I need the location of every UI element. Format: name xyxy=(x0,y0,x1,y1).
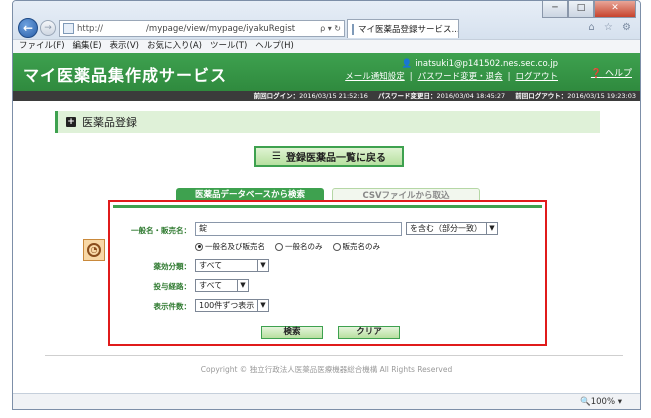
name-search-input[interactable]: 錠 xyxy=(195,222,402,236)
route-label: 投与経路： xyxy=(153,282,192,291)
minimize-button[interactable]: ─ xyxy=(542,1,568,18)
page-icon xyxy=(63,23,74,34)
radio-generic-and-brand[interactable]: 一般名及び販売名 xyxy=(195,241,265,252)
maximize-button[interactable]: □ xyxy=(568,1,594,18)
browser-tab[interactable]: マイ医薬品登録サービス... × xyxy=(347,19,459,38)
count-select[interactable]: 100件ずつ表示 ▼ xyxy=(195,299,269,312)
efficacy-select[interactable]: すべて ▼ xyxy=(195,259,269,272)
footer-divider xyxy=(45,355,623,356)
match-type-select[interactable]: を含む（部分一致） ▼ xyxy=(406,222,498,235)
route-value: すべて xyxy=(199,281,223,290)
name-label: 一般名・販売名： xyxy=(131,226,191,235)
password-change-link[interactable]: パスワード変更・退会 xyxy=(418,71,503,84)
logout-link[interactable]: ログアウト xyxy=(515,71,558,84)
efficacy-label: 薬効分類： xyxy=(153,262,192,271)
prev-logout-value: 2016/03/15 19:23:03 xyxy=(567,92,636,100)
route-select[interactable]: すべて ▼ xyxy=(195,279,249,292)
user-email-row: 👤 inatsuki1@p141502.nes.sec.co.jp xyxy=(345,58,558,71)
home-favorites-settings-icons[interactable]: ⌂ ☆ ⚙ xyxy=(588,22,634,33)
radio-unchecked-icon xyxy=(332,242,341,251)
clock-icon: ◔ xyxy=(87,243,101,257)
menu-tools[interactable]: ツール(T) xyxy=(210,40,247,53)
chevron-down-icon: ▼ xyxy=(486,223,497,234)
radio-unchecked-icon xyxy=(275,242,283,251)
login-info-bar: 前回ログイン：2016/03/15 21:52:16 パスワード変更日：2016… xyxy=(13,91,640,101)
back-arrow-icon[interactable]: ← xyxy=(18,18,38,38)
address-bar[interactable]: http:// /mypage/view/mypage/iyakuRegist … xyxy=(59,20,345,37)
page-heading: + 医薬品登録 xyxy=(55,111,600,133)
chevron-down-icon: ▼ xyxy=(257,300,268,311)
clear-button[interactable]: クリア xyxy=(338,326,400,339)
help-link[interactable]: ❓ ヘルプ xyxy=(591,66,632,79)
window-controls: ─ □ ✕ xyxy=(542,1,636,18)
status-bar: 🔍100% ▾ xyxy=(13,393,640,409)
address-tools-icon[interactable]: ρ ▾ ↻ xyxy=(320,24,341,33)
address-path: /mypage/view/mypage/iyakuRegist xyxy=(146,23,296,34)
site-title: マイ医薬品集作成サービス xyxy=(23,66,228,85)
user-links: メール通知設定 | パスワード変更・退会 | ログアウト xyxy=(345,71,558,84)
menu-edit[interactable]: 編集(E) xyxy=(73,40,102,53)
browser-window: ─ □ ✕ ← → http:// /mypage/view/mypage/iy… xyxy=(12,0,641,410)
radio-label: 一般名のみ xyxy=(285,242,323,251)
prev-login-label: 前回ログイン： xyxy=(253,92,300,100)
close-window-button[interactable]: ✕ xyxy=(594,1,636,18)
help-label: ヘルプ xyxy=(604,69,632,79)
menu-file[interactable]: ファイル(F) xyxy=(19,40,65,53)
forward-arrow-icon[interactable]: → xyxy=(40,20,56,36)
list-icon: ☰ xyxy=(272,151,281,162)
side-widget-icon[interactable]: ◔ xyxy=(83,239,105,261)
page-title: 医薬品登録 xyxy=(82,116,137,129)
radio-label: 販売名のみ xyxy=(342,242,381,251)
back-to-list-button[interactable]: ☰ 登録医薬品一覧に戻る xyxy=(254,146,404,167)
copyright-text: Copyright © 独立行政法人医薬品医療機器総合機構 All Rights… xyxy=(200,365,453,374)
chevron-down-icon: ▼ xyxy=(257,260,268,271)
zoom-level[interactable]: 🔍100% ▾ xyxy=(580,397,622,407)
radio-generic-only[interactable]: 一般名のみ xyxy=(275,241,323,252)
prev-logout-label: 前回ログアウト： xyxy=(515,92,568,100)
search-panel: 一般名・販売名： 錠 を含む（部分一致） ▼ 一般名及び販売名 一般名のみ 販売… xyxy=(113,205,542,341)
back-to-list-label: 登録医薬品一覧に戻る xyxy=(285,153,386,164)
user-icon: 👤 xyxy=(401,59,413,69)
chevron-down-icon: ▼ xyxy=(237,280,248,291)
tab-page-icon xyxy=(352,23,354,35)
page-viewport: マイ医薬品集作成サービス 👤 inatsuki1@p141502.nes.sec… xyxy=(13,53,640,393)
menu-help[interactable]: ヘルプ(H) xyxy=(255,40,294,53)
question-icon: ❓ xyxy=(590,69,603,79)
search-button[interactable]: 検索 xyxy=(261,326,323,339)
site-header: マイ医薬品集作成サービス 👤 inatsuki1@p141502.nes.sec… xyxy=(13,53,640,91)
link-separator: | xyxy=(507,72,511,82)
password-changed-value: 2016/03/04 18:45:27 xyxy=(436,92,506,100)
efficacy-value: すべて xyxy=(199,261,223,270)
count-value: 100件ずつ表示 xyxy=(199,301,255,310)
user-email: inatsuki1@p141502.nes.sec.co.jp xyxy=(415,59,558,69)
mail-notification-link[interactable]: メール通知設定 xyxy=(345,71,405,84)
tab-title: マイ医薬品登録サービス... xyxy=(358,25,459,35)
menu-bar: ファイル(F) 編集(E) 表示(V) お気に入り(A) ツール(T) ヘルプ(… xyxy=(13,39,640,53)
link-separator: | xyxy=(409,72,413,82)
search-highlight-frame: 一般名・販売名： 錠 を含む（部分一致） ▼ 一般名及び販売名 一般名のみ 販売… xyxy=(108,200,547,346)
plus-icon: + xyxy=(66,117,76,127)
radio-checked-icon xyxy=(195,242,203,251)
menu-favorites[interactable]: お気に入り(A) xyxy=(147,40,202,53)
menu-view[interactable]: 表示(V) xyxy=(110,40,139,53)
address-protocol: http:// xyxy=(77,23,104,34)
name-scope-radios: 一般名及び販売名 一般名のみ 販売名のみ xyxy=(195,241,380,252)
prev-login-value: 2016/03/15 21:52:16 xyxy=(299,92,368,100)
radio-label: 一般名及び販売名 xyxy=(205,242,265,251)
match-type-value: を含む（部分一致） xyxy=(410,224,482,233)
radio-brand-only[interactable]: 販売名のみ xyxy=(332,241,381,252)
count-label: 表示件数： xyxy=(153,302,192,311)
browser-titlebar: ─ □ ✕ ← → http:// /mypage/view/mypage/iy… xyxy=(13,1,640,39)
user-block: 👤 inatsuki1@p141502.nes.sec.co.jp メール通知設… xyxy=(345,58,558,84)
password-changed-label: パスワード変更日： xyxy=(377,92,437,100)
